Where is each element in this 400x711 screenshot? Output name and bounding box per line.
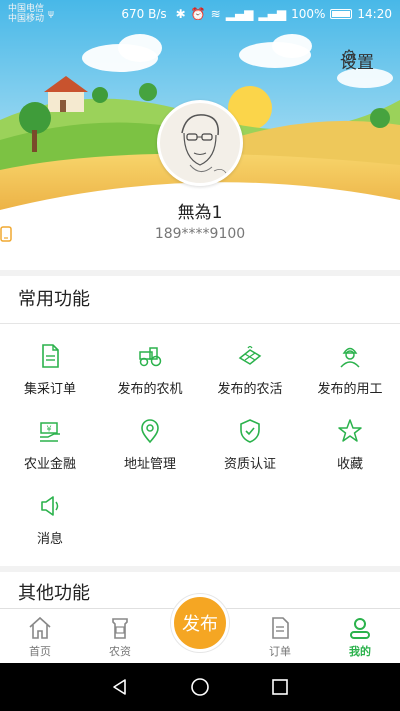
back-icon[interactable]: [110, 677, 130, 697]
username: 無為1: [177, 203, 223, 223]
function-label: 农业金融: [23, 457, 76, 472]
tab-home[interactable]: 首页: [0, 609, 80, 663]
portrait-sketch: [160, 103, 240, 183]
battery-percent: 100%: [291, 7, 326, 21]
phone-number: 189****9100: [154, 226, 246, 242]
location-icon: [141, 419, 159, 444]
function-item-favorites[interactable]: 收藏: [300, 413, 400, 488]
function-label: 发布的用工: [317, 382, 383, 397]
money-icon: ¥: [40, 422, 60, 442]
function-item-messages[interactable]: 消息: [0, 488, 100, 563]
wifi-icon: ≋: [210, 7, 221, 21]
header-banner: 设置 無為1 189****9100: [0, 0, 400, 270]
function-label: 发布的农活: [217, 382, 283, 397]
common-functions-title: 常用功能: [0, 276, 400, 324]
avatar[interactable]: [157, 100, 243, 186]
supplies-bag-icon: [112, 618, 128, 639]
gear-icon: [342, 48, 356, 66]
speaker-icon: [41, 496, 59, 516]
function-label: 发布的农机: [117, 382, 183, 397]
function-label: 资质认证: [223, 457, 276, 472]
profile-page: 设置 無為1 189****9100 中国电信 中国移动 ψ 670 B/s ✱…: [0, 0, 400, 711]
carrier-2: 中国移动: [8, 14, 45, 24]
function-item-my-farmwork[interactable]: 发布的农活: [200, 338, 300, 413]
phone-row: 189****9100: [0, 226, 400, 242]
publish-button[interactable]: 发布: [171, 594, 229, 652]
star-icon: [338, 419, 362, 442]
home-circle-icon[interactable]: [190, 677, 210, 697]
function-label: 地址管理: [123, 457, 176, 472]
network-speed: 670 B/s: [121, 7, 167, 21]
function-label: 收藏: [336, 457, 363, 472]
carrier-info: 中国电信 中国移动 ψ: [8, 4, 54, 24]
function-item-certification[interactable]: 资质认证: [200, 413, 300, 488]
svg-text:¥: ¥: [46, 425, 51, 434]
tab-supplies[interactable]: 农资: [80, 609, 160, 663]
function-grid: 集采订单 发布的农机 发布的农活 发布的用工 ¥ 农业金融 地址管理 资质认证 …: [0, 324, 400, 563]
tab-orders[interactable]: 订单: [240, 609, 320, 663]
tab-mine[interactable]: 我的: [320, 609, 400, 663]
alarm-icon: ⏰: [190, 7, 206, 21]
tab-mine-label: 我的: [349, 645, 371, 658]
system-nav-bar: [0, 663, 400, 711]
function-item-address[interactable]: 地址管理: [100, 413, 200, 488]
bluetooth-icon: ✱: [175, 7, 186, 21]
shield-check-icon: [240, 419, 260, 443]
usb-icon: ψ: [48, 9, 54, 19]
orders-icon: [272, 617, 289, 639]
status-bar: 中国电信 中国移动 ψ 670 B/s ✱ ⏰ ≋ ▂▄▆ ▂▄▆ 100% 1…: [0, 0, 400, 28]
status-right: 670 B/s ✱ ⏰ ≋ ▂▄▆ ▂▄▆ 100% 14:20: [121, 7, 392, 21]
tab-supplies-label: 农资: [109, 645, 131, 658]
phone-icon: [0, 226, 12, 242]
worker-icon: [340, 347, 360, 368]
tractor-icon: [139, 347, 162, 367]
function-item-finance[interactable]: ¥ 农业金融: [0, 413, 100, 488]
settings-button[interactable]: 设置: [340, 48, 374, 73]
carrier-1: 中国电信: [8, 4, 45, 14]
function-item-my-machinery[interactable]: 发布的农机: [100, 338, 200, 413]
tab-orders-label: 订单: [269, 645, 291, 658]
tab-home-label: 首页: [29, 645, 51, 658]
common-functions-section: 常用功能 集采订单 发布的农机 发布的农活 发布的用工 ¥ 农业金融 地址管理 …: [0, 276, 400, 566]
clock: 14:20: [357, 7, 392, 21]
signal-icon: ▂▄▆: [225, 7, 254, 21]
user-icon: [350, 618, 370, 639]
document-icon: [42, 344, 59, 368]
function-item-group-order[interactable]: 集采订单: [0, 338, 100, 413]
home-icon: [29, 616, 51, 639]
function-label: 集采订单: [23, 382, 76, 397]
battery-icon: [330, 9, 353, 19]
recents-square-icon[interactable]: [270, 677, 290, 697]
function-label: 消息: [36, 532, 63, 547]
farmland-icon: [238, 345, 262, 365]
publish-label: 发布: [182, 614, 218, 635]
function-item-my-labor[interactable]: 发布的用工: [300, 338, 400, 413]
signal-2-icon: ▂▄▆: [258, 7, 287, 21]
